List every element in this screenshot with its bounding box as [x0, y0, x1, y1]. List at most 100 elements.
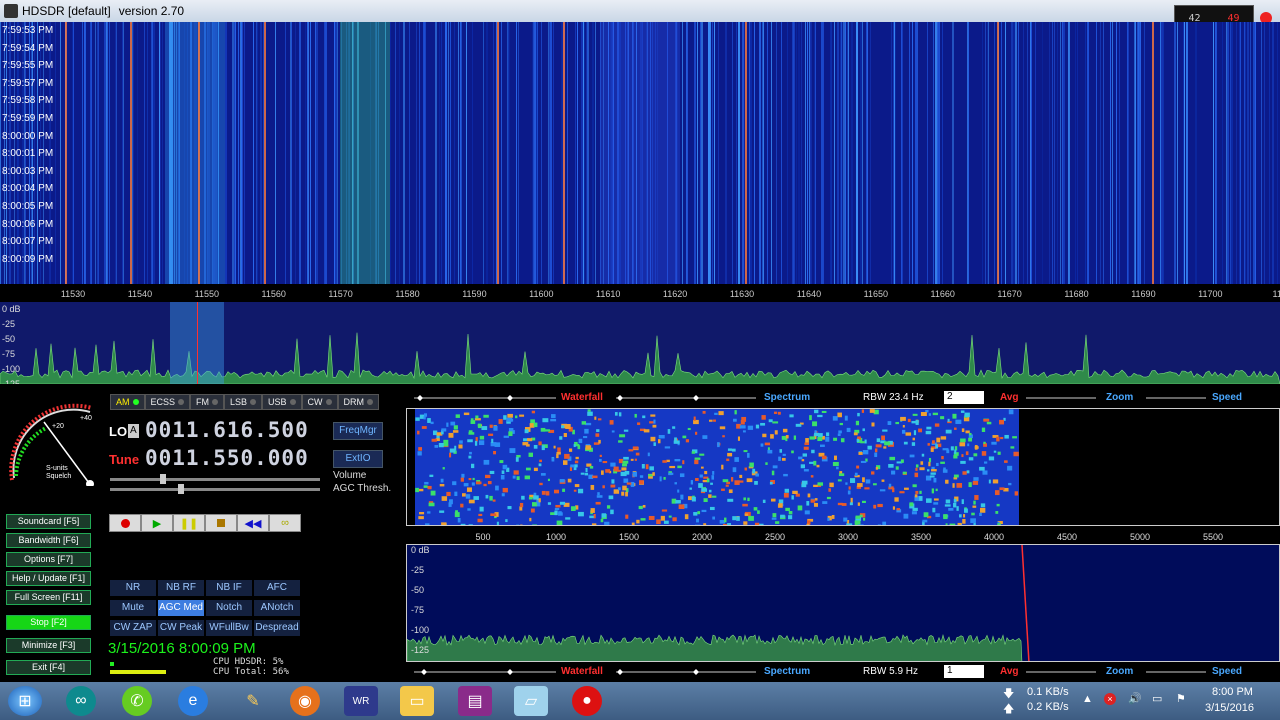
arduino-icon[interactable]: ∞ [66, 686, 96, 716]
loop-button[interactable]: ∞ [269, 514, 301, 532]
mode-selector: AM ECSS FM LSB USB CW DRM [110, 394, 380, 410]
minimize-button[interactable]: Minimize [F3] [6, 638, 91, 653]
avg-select-top[interactable]: 2 [944, 391, 984, 404]
record-button[interactable] [109, 514, 141, 532]
cw-zap-button[interactable]: CW ZAP [110, 620, 156, 636]
audio-frequency-tick-label: 4500 [1056, 532, 1078, 542]
archive-icon[interactable]: ▤ [458, 686, 492, 716]
help-update-button[interactable]: Help / Update [F1] [6, 571, 91, 586]
network-icon[interactable]: ▭ [1152, 692, 1162, 705]
audio-frequency-tick-label: 3000 [837, 532, 859, 542]
agc-med-button[interactable]: AGC Med [158, 600, 204, 616]
frequency-tick-label: 11 [1272, 289, 1280, 299]
waterfall-timestamp: 8:00:06 PM [2, 218, 54, 230]
db-label: -25 [2, 319, 16, 329]
lo-label: LO [109, 424, 128, 439]
audio-waterfall[interactable] [406, 408, 1280, 526]
audio-db-label: -50 [411, 585, 425, 595]
tune-frequency[interactable]: 0011.550.000 [145, 446, 309, 470]
tray-date[interactable]: 3/15/2016 [1205, 702, 1254, 714]
freqmgr-button[interactable]: FreqMgr [333, 422, 383, 440]
avg-select-bottom[interactable]: 1 [944, 665, 984, 678]
mode-led-icon [212, 399, 219, 405]
anotch-button[interactable]: ANotch [254, 600, 300, 616]
frequency-tick-label: 11640 [796, 289, 822, 299]
start-orb-icon[interactable]: ⊞ [8, 686, 42, 716]
options-button[interactable]: Options [F7] [6, 552, 91, 567]
play-button[interactable]: ▶ [141, 514, 173, 532]
audio-db-label: 0 dB [411, 545, 430, 555]
winrar-hd-icon[interactable]: WR [344, 686, 378, 716]
audio-spectrum[interactable]: 0 dB -25 -50 -75 -100 -125 [406, 544, 1280, 662]
notch-button[interactable]: Notch [206, 600, 252, 616]
audio-ctrl-sliders-top[interactable] [406, 390, 1280, 406]
rewind-button[interactable]: ◀◀ [237, 514, 269, 532]
volume-slider[interactable] [110, 474, 320, 484]
audio-ctrl-sliders-bottom[interactable] [406, 664, 1280, 680]
mode-led-icon [325, 399, 332, 405]
frequency-tick-label: 11590 [462, 289, 487, 299]
afc-button[interactable]: AFC [254, 580, 300, 596]
phone-icon[interactable]: ✆ [122, 686, 152, 716]
stop-playback-button[interactable] [205, 514, 237, 532]
main-spectrum[interactable]: 0 dB -25 -50 -75 -100 -125 [0, 302, 1280, 384]
record-app-icon[interactable]: ● [572, 686, 602, 716]
lo-frequency[interactable]: 0011.616.500 [145, 418, 309, 442]
tray-chevron-icon[interactable]: ▲ [1082, 693, 1093, 705]
tray-alert-icon[interactable]: × [1104, 693, 1116, 705]
volume-icon[interactable]: 🔊 [1128, 692, 1142, 705]
tray-time[interactable]: 8:00 PM [1212, 686, 1253, 698]
waterfall-timestamp: 7:59:53 PM [2, 25, 54, 36]
frequency-tick-label: 11670 [997, 289, 1022, 299]
agc-threshold-label: AGC Thresh. [333, 483, 392, 494]
nr-button[interactable]: NR [110, 580, 156, 596]
main-waterfall[interactable] [0, 22, 1280, 284]
paint-icon[interactable]: ✎ [236, 686, 270, 716]
agc-threshold-slider[interactable] [110, 484, 320, 494]
soundcard-button[interactable]: Soundcard [F5] [6, 514, 91, 529]
frequency-axis: 11530 11540 11550 11560 11570 11580 11590 11600… [0, 286, 1280, 302]
mode-fm-button[interactable]: FM [190, 394, 225, 410]
mode-drm-button[interactable]: DRM [337, 394, 380, 410]
mode-usb-button[interactable]: USB [262, 394, 302, 410]
frequency-tick-label: 11630 [729, 289, 755, 299]
frequency-tick-label: 11620 [662, 289, 688, 299]
full-screen-button[interactable]: Full Screen [F11] [6, 590, 91, 605]
pause-icon: ❚❚ [179, 517, 199, 530]
waterfall-time-column: 7:59:53 PM 7:59:54 PM 7:59:55 PM 7:59:57 PM… [0, 22, 62, 284]
file-explorer-icon[interactable]: ▭ [400, 686, 434, 716]
agc-knob[interactable] [178, 484, 184, 494]
wfullbw-button[interactable]: WFullBw [206, 620, 252, 636]
mute-button[interactable]: Mute [110, 600, 156, 616]
despread-button[interactable]: Despread [254, 620, 300, 636]
mode-am-button[interactable]: AM [110, 394, 145, 410]
cw-peak-button[interactable]: CW Peak [158, 620, 204, 636]
stop-button[interactable]: Stop [F2] [6, 615, 91, 630]
tune-marker[interactable] [197, 302, 198, 384]
flag-icon[interactable]: ⚑ [1176, 692, 1186, 705]
net-up-speed: 0.2 KB/s [1027, 701, 1069, 713]
lo-a-button[interactable]: A [128, 424, 139, 438]
pause-button[interactable]: ❚❚ [173, 514, 205, 532]
nb-if-button[interactable]: NB IF [206, 580, 252, 596]
audio-spectrum-controls: Waterfall Spectrum RBW 5.9 Hz 1 Avg Zoom… [406, 664, 1280, 680]
internet-explorer-icon[interactable]: e [178, 686, 208, 716]
mode-lsb-button[interactable]: LSB [224, 394, 263, 410]
mode-ecss-button[interactable]: ECSS [144, 394, 191, 410]
frequency-tick-label: 11650 [863, 289, 888, 299]
frequency-tick-label: 11580 [395, 289, 420, 299]
mode-cw-button[interactable]: CW [301, 394, 338, 410]
exit-button[interactable]: Exit [F4] [6, 660, 91, 675]
mode-led-icon [250, 399, 257, 405]
firefox-icon[interactable]: ◉ [290, 686, 320, 716]
waterfall-canvas [0, 22, 1278, 284]
extio-button[interactable]: ExtIO [333, 450, 383, 468]
audio-frequency-tick-label: 2500 [764, 532, 786, 542]
notepad-icon[interactable]: ▱ [514, 686, 548, 716]
stop-icon [217, 519, 225, 527]
spectrum-label-bottom: Spectrum [764, 666, 811, 677]
audio-db-label: -100 [411, 625, 430, 635]
volume-knob[interactable] [160, 474, 166, 484]
bandwidth-button[interactable]: Bandwidth [F6] [6, 533, 91, 548]
nb-rf-button[interactable]: NB RF [158, 580, 204, 596]
